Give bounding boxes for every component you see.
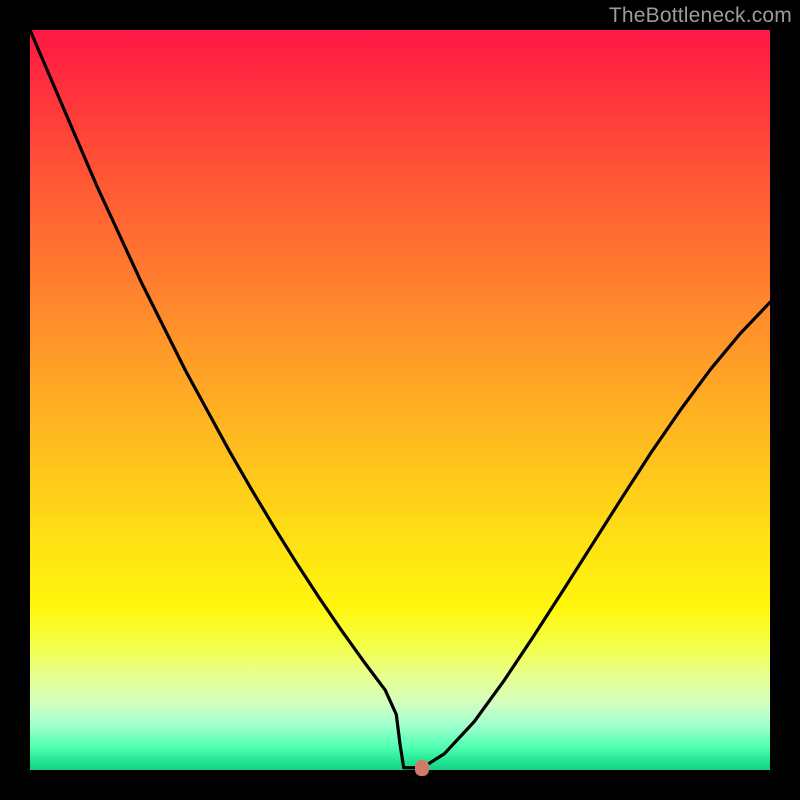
watermark-text: TheBottleneck.com [609,4,792,28]
chart-line [30,30,770,770]
chart-marker [415,760,429,776]
chart-plot-area [30,30,770,770]
chart-frame: TheBottleneck.com [0,0,800,800]
